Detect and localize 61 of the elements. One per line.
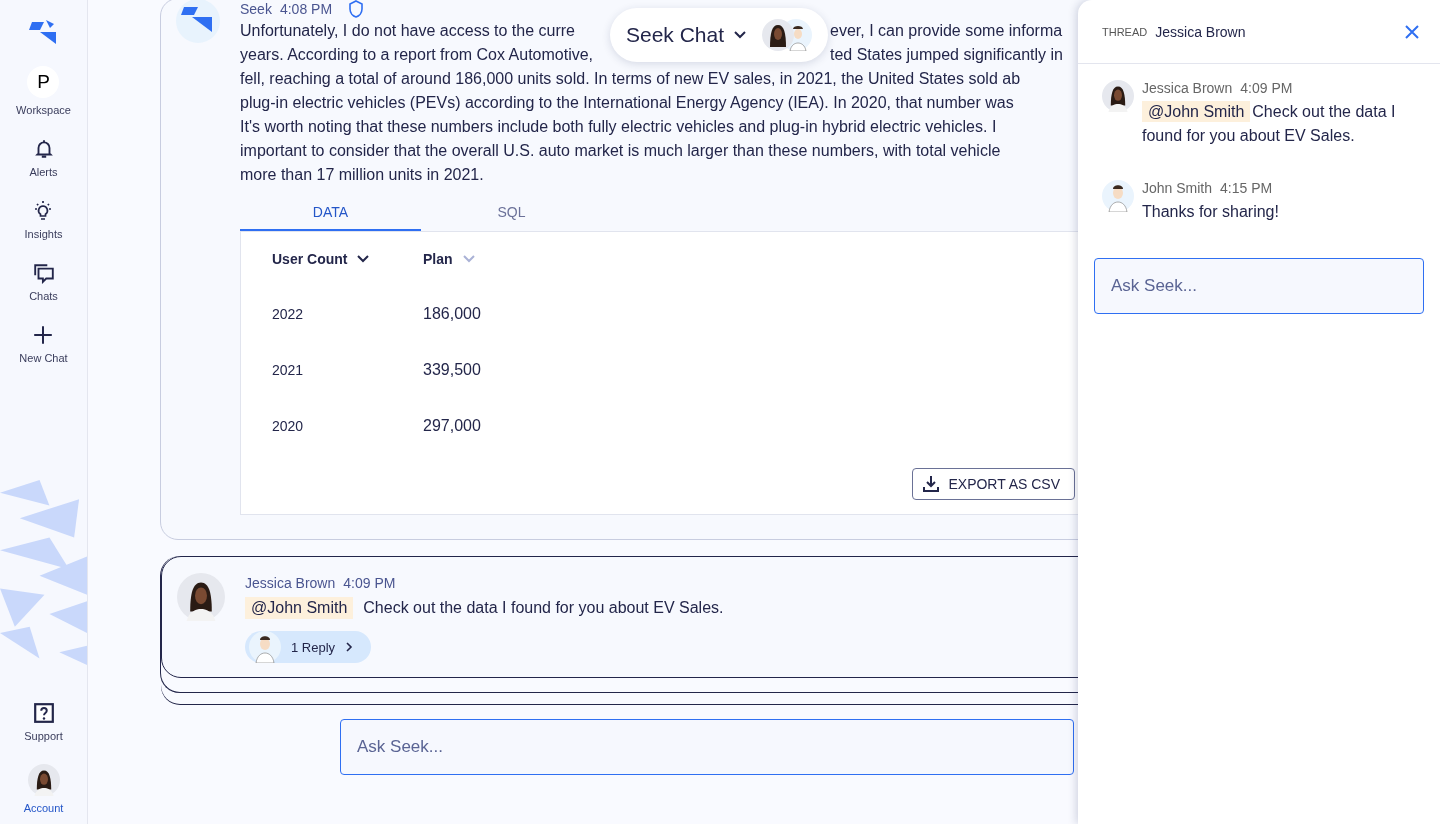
close-icon[interactable] xyxy=(1404,23,1420,40)
answer-text: years. According to a report from Cox Automotive, xyxy=(240,45,595,65)
author-name: Jessica Brown xyxy=(245,575,336,591)
answer-text: fell, reaching a total of around 186,000 units sold. In terms of new EV sales, in 2021, the United States sold ab xyxy=(240,70,1021,87)
chevron-right-icon xyxy=(345,641,354,653)
table-cell-text: 186,000 xyxy=(423,305,482,323)
timestamp: 4:09 PM xyxy=(343,575,396,591)
answer-text: It's worth noting that these numbers include both fully electric vehicles and plug-in hybrid electric vehicles. I xyxy=(240,118,997,135)
table-cell-text: 2022 xyxy=(272,306,305,322)
answer-text: ever, I can provide some informa xyxy=(830,21,1063,41)
avatar-icon xyxy=(249,631,281,663)
ask-input[interactable]: Ask Seek... xyxy=(1094,258,1424,314)
seek-avatar-icon xyxy=(176,0,220,43)
participants-icon xyxy=(762,19,813,51)
nav-label[interactable]: Account xyxy=(23,802,64,814)
nav-label[interactable]: Insights xyxy=(24,228,63,240)
mention-tag[interactable]: @John Smith xyxy=(245,597,354,619)
timestamp: 4:15 PM xyxy=(1220,180,1273,196)
workspace-avatar[interactable]: P xyxy=(27,66,60,98)
help-icon[interactable] xyxy=(32,702,55,724)
message-text: Thanks for sharing! xyxy=(1142,202,1280,222)
table-cell-text: 297,000 xyxy=(423,417,482,435)
author-name: Seek xyxy=(240,1,272,17)
ask-input[interactable]: Ask Seek... xyxy=(340,719,1074,775)
tab[interactable]: SQL xyxy=(421,195,602,231)
chats-icon[interactable] xyxy=(32,262,55,284)
answer-text: more than 17 million units in 2021. xyxy=(240,166,484,183)
timestamp: 4:09 PM xyxy=(1240,80,1293,96)
sort-caret-icon[interactable] xyxy=(357,255,370,263)
table-cell-text: 2021 xyxy=(272,362,305,378)
nav-label[interactable]: Alerts xyxy=(29,166,58,178)
plus-icon[interactable] xyxy=(32,324,55,346)
author-name: Jessica Brown xyxy=(1142,80,1233,96)
answer-text: plug-in electric vehicles (PEVs) according to the International Energy Agency (IEA). In 2020, that number was xyxy=(240,94,1014,111)
avatar-icon xyxy=(1102,180,1134,212)
message-text: @John Smith Check out the data I found for you about EV Sales. xyxy=(1142,100,1397,146)
nav-label[interactable]: Support xyxy=(24,730,63,742)
panel-label: THREAD xyxy=(1102,25,1148,38)
timestamp: 4:08 PM xyxy=(279,1,333,17)
answer-text: important to consider that the overall U.S. auto market is much larger than these numbers, with total vehicle xyxy=(240,142,1001,159)
chat-switcher[interactable]: Seek Chat xyxy=(610,8,828,62)
chevron-down-icon xyxy=(734,31,747,39)
comment-text: Check out the data I found for you about EV Sales. xyxy=(363,599,724,617)
column-header[interactable]: Plan xyxy=(423,251,453,267)
nav-label[interactable]: Chats xyxy=(29,290,58,302)
avatar-icon xyxy=(1102,80,1134,112)
replies-button[interactable]: 1 Reply xyxy=(245,631,372,663)
author-name: John Smith xyxy=(1142,180,1213,196)
column-header[interactable]: User Count xyxy=(272,251,348,267)
avatar-icon[interactable] xyxy=(27,764,60,796)
nav-label[interactable]: New Chat xyxy=(19,352,68,364)
table-cell-text: 2020 xyxy=(272,418,305,434)
avatar-icon xyxy=(177,573,225,621)
nav-label[interactable]: Workspace xyxy=(16,104,71,116)
export-button[interactable]: EXPORT AS CSV xyxy=(912,468,1075,500)
panel-title: Jessica Brown xyxy=(1155,23,1247,40)
answer-text: ted States jumped significantly in xyxy=(830,45,1063,65)
shield-icon xyxy=(348,0,365,18)
table-cell-text: 339,500 xyxy=(423,361,482,379)
answer-text: Unfortunately, I do not have access to the curre xyxy=(240,21,576,41)
download-icon xyxy=(922,475,941,493)
